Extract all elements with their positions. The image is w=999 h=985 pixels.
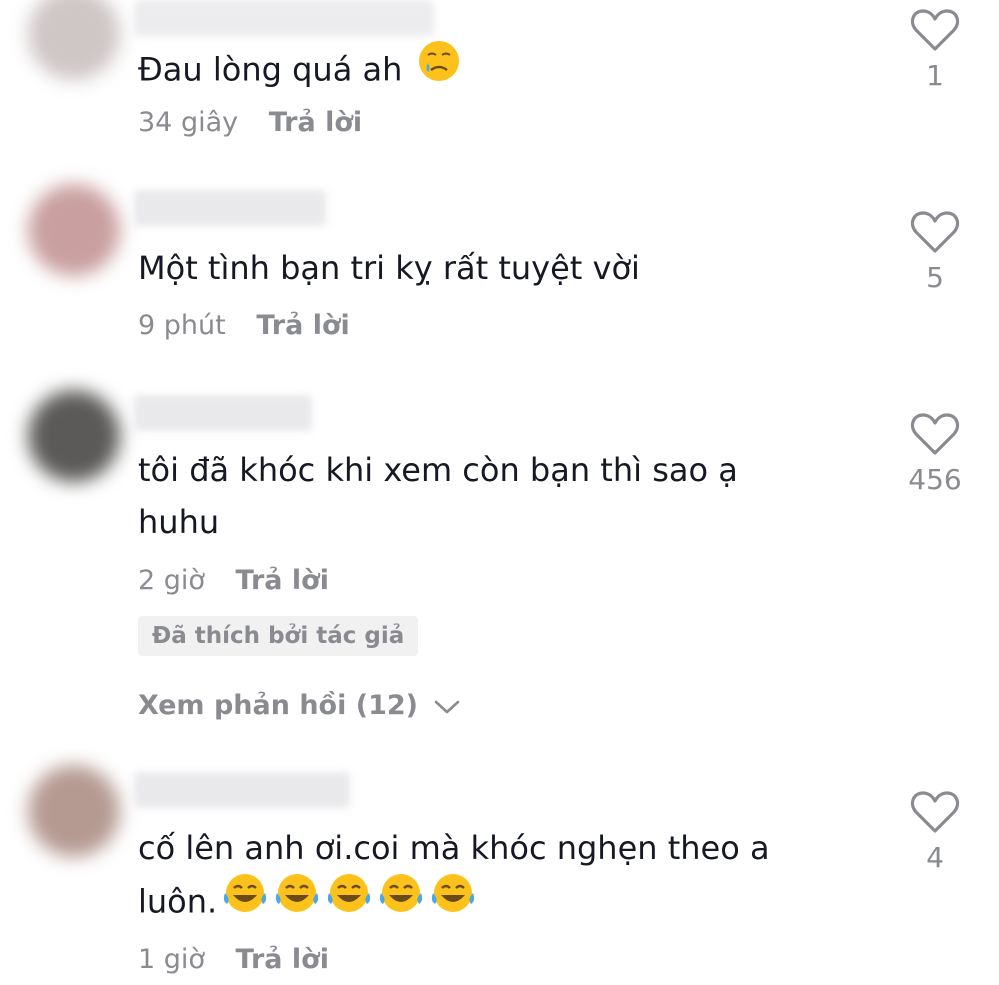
reply-button[interactable]: Trả lời (256, 310, 349, 341)
comment-time: 2 giờ (138, 565, 205, 596)
like-count: 456 (908, 463, 962, 496)
reply-button[interactable]: Trả lời (269, 107, 362, 138)
tears-of-joy-emoji-icon (221, 871, 269, 930)
username-blurred[interactable] (134, 190, 326, 226)
comment-text: Một tình bạn tri kỵ rất tuyệt vời (138, 249, 640, 287)
liked-by-author-badge: Đã thích bởi tác giả (138, 616, 419, 656)
reply-button[interactable]: Trả lời (236, 944, 329, 975)
comment-time: 34 giây (138, 107, 239, 138)
crying-face-emoji-icon (417, 39, 461, 98)
like-count: 1 (926, 59, 944, 92)
chevron-down-icon (435, 700, 460, 713)
like-button[interactable]: 4 (895, 790, 975, 876)
username-blurred[interactable] (134, 0, 434, 36)
comment-meta: 34 giây Trả lời (138, 106, 362, 140)
heart-outline-icon (910, 413, 960, 455)
reply-button[interactable]: Trả lời (236, 565, 329, 596)
avatar[interactable] (28, 0, 120, 80)
tears-of-joy-emoji-icon (377, 871, 425, 930)
comment-time: 9 phút (138, 310, 226, 341)
heart-outline-icon (910, 211, 960, 253)
like-button[interactable]: 456 (895, 412, 975, 498)
like-button[interactable]: 5 (895, 210, 975, 296)
avatar[interactable] (28, 184, 120, 276)
tears-of-joy-emoji-icon (273, 871, 321, 930)
view-replies-button[interactable]: Xem phản hồi (12) (138, 688, 461, 724)
comment-meta: 1 giờ Trả lời (138, 943, 329, 977)
username-blurred[interactable] (134, 772, 350, 808)
heart-outline-icon (910, 791, 960, 833)
like-button[interactable]: 1 (895, 8, 975, 94)
comment-text: Đau lòng quá ah (138, 39, 461, 101)
like-count: 5 (926, 261, 944, 294)
avatar[interactable] (28, 390, 120, 482)
comment-time: 1 giờ (138, 944, 205, 975)
comment-text: cố lên anh ơi.coi mà khóc nghẹn theo a l… (138, 822, 770, 933)
tears-of-joy-emoji-icon (325, 871, 373, 930)
heart-outline-icon (910, 9, 960, 51)
comment-text: tôi đã khóc khi xem còn bạn thì sao ạ hu… (138, 451, 738, 541)
comment-meta: 2 giờ Trả lời (138, 564, 329, 598)
username-blurred[interactable] (134, 395, 312, 431)
avatar[interactable] (28, 765, 120, 857)
comment-meta: 9 phút Trả lời (138, 309, 350, 343)
like-count: 4 (926, 841, 944, 874)
tears-of-joy-emoji-icon (429, 871, 477, 930)
